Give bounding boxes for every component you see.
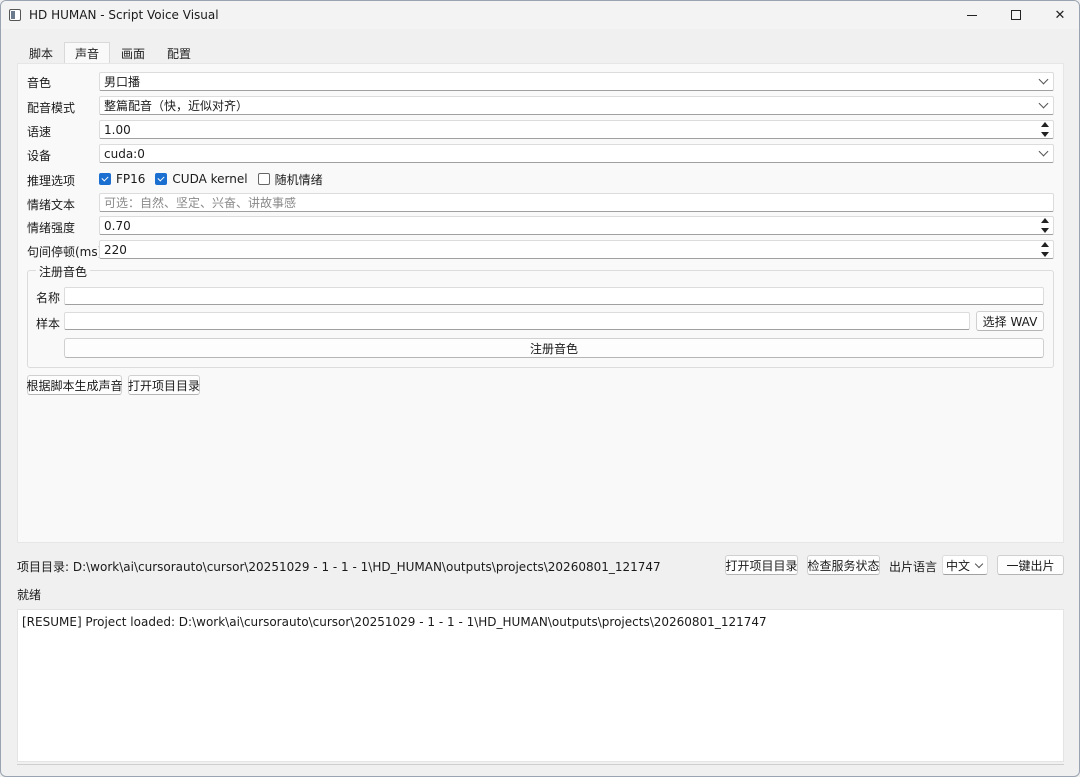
- tab-bar: 脚本 声音 画面 配置: [18, 42, 202, 64]
- emotion-text-input[interactable]: 可选：自然、坚定、兴奋、讲故事感: [99, 193, 1054, 212]
- project-dir-text: 项目目录: D:\work\ai\cursorauto\cursor\20251…: [17, 560, 661, 574]
- emotion-strength-spinbox[interactable]: 0.70: [99, 216, 1054, 235]
- maximize-icon: [1011, 10, 1021, 20]
- tab-visual[interactable]: 画面: [110, 42, 156, 64]
- footer-open-dir-button[interactable]: 打开项目目录: [725, 555, 798, 575]
- voice-value: 男口播: [104, 75, 141, 89]
- chevron-down-icon: [1038, 98, 1049, 109]
- dub-mode-value: 整篇配音（快，近似对齐）: [104, 99, 249, 113]
- log-output[interactable]: [RESUME] Project loaded: D:\work\ai\curs…: [17, 609, 1064, 762]
- arrow-down-icon[interactable]: [1041, 252, 1049, 257]
- output-language-label: 出片语言: [889, 560, 938, 574]
- arrow-up-icon[interactable]: [1041, 122, 1049, 127]
- open-project-dir-button[interactable]: 打开项目目录: [128, 375, 200, 395]
- app-window: HD HUMAN - Script Voice Visual ✕ 脚本 声音 画…: [0, 0, 1080, 777]
- dub-mode-combo[interactable]: 整篇配音（快，近似对齐）: [99, 96, 1054, 115]
- output-language-combo[interactable]: 中文: [942, 555, 988, 575]
- device-combo[interactable]: cuda:0: [99, 144, 1054, 163]
- maximize-button[interactable]: [993, 1, 1039, 29]
- inference-options: FP16 CUDA kernel 随机情绪: [99, 171, 333, 187]
- tab-script[interactable]: 脚本: [18, 42, 64, 64]
- spin-arrows[interactable]: [1039, 218, 1051, 233]
- arrow-up-icon[interactable]: [1041, 242, 1049, 247]
- minimize-icon: [967, 14, 977, 16]
- choose-wav-button[interactable]: 选择 WAV: [976, 311, 1044, 331]
- random-emotion-checkbox[interactable]: 随机情绪: [257, 171, 323, 188]
- name-input[interactable]: [64, 287, 1044, 305]
- arrow-down-icon[interactable]: [1041, 228, 1049, 233]
- minimize-button[interactable]: [949, 1, 995, 29]
- register-group-title: 注册音色: [36, 263, 91, 280]
- divider: [17, 764, 1064, 765]
- dub-mode-label: 配音模式: [27, 101, 76, 115]
- status-text: 就绪: [17, 588, 42, 602]
- device-value: cuda:0: [104, 146, 145, 161]
- checkbox-unchecked-icon: [257, 173, 270, 185]
- app-icon: [9, 9, 21, 21]
- close-button[interactable]: ✕: [1037, 1, 1079, 29]
- speed-spinbox[interactable]: 1.00: [99, 120, 1054, 139]
- chevron-down-icon: [974, 559, 984, 569]
- one-click-render-button[interactable]: 一键出片: [997, 555, 1064, 575]
- pause-label: 句间停顿(ms): [27, 245, 103, 259]
- spin-arrows[interactable]: [1039, 122, 1051, 137]
- checkbox-checked-icon: [99, 173, 111, 185]
- emotion-text-label: 情绪文本: [27, 198, 76, 212]
- sample-input[interactable]: [64, 312, 970, 330]
- fp16-checkbox[interactable]: FP16: [99, 172, 145, 186]
- arrow-down-icon[interactable]: [1041, 132, 1049, 137]
- arrow-up-icon[interactable]: [1041, 218, 1049, 223]
- voice-combo[interactable]: 男口播: [99, 72, 1054, 91]
- cuda-kernel-label: CUDA kernel: [172, 172, 248, 186]
- emotion-strength-label: 情绪强度: [27, 221, 76, 235]
- log-line: [RESUME] Project loaded: D:\work\ai\curs…: [22, 615, 767, 629]
- device-label: 设备: [27, 149, 52, 163]
- spin-arrows[interactable]: [1039, 242, 1051, 257]
- tab-voice[interactable]: 声音: [64, 42, 111, 64]
- speed-label: 语速: [27, 125, 52, 139]
- close-icon: ✕: [1054, 7, 1066, 23]
- speed-value: 1.00: [104, 122, 131, 137]
- random-emotion-label: 随机情绪: [274, 172, 323, 187]
- name-label: 名称: [36, 291, 61, 305]
- emotion-text-placeholder: 可选：自然、坚定、兴奋、讲故事感: [104, 196, 297, 210]
- language-value: 中文: [946, 558, 971, 573]
- inference-label: 推理选项: [27, 174, 76, 188]
- emotion-strength-value: 0.70: [104, 218, 131, 233]
- pause-spinbox[interactable]: 220: [99, 240, 1054, 259]
- fp16-label: FP16: [116, 172, 146, 186]
- title-bar[interactable]: HD HUMAN - Script Voice Visual ✕: [1, 1, 1079, 29]
- cuda-kernel-checkbox[interactable]: CUDA kernel: [155, 172, 248, 186]
- chevron-down-icon: [1038, 146, 1049, 157]
- register-voice-button[interactable]: 注册音色: [64, 338, 1044, 358]
- pause-value: 220: [104, 242, 127, 257]
- chevron-down-icon: [1038, 74, 1049, 85]
- tab-config[interactable]: 配置: [156, 42, 202, 64]
- sample-label: 样本: [36, 317, 61, 331]
- check-service-button[interactable]: 检查服务状态: [807, 555, 880, 575]
- voice-label: 音色: [27, 76, 52, 90]
- generate-voice-button[interactable]: 根据脚本生成声音: [27, 375, 123, 395]
- checkbox-checked-icon: [155, 173, 168, 185]
- window-title: HD HUMAN - Script Voice Visual: [29, 8, 219, 22]
